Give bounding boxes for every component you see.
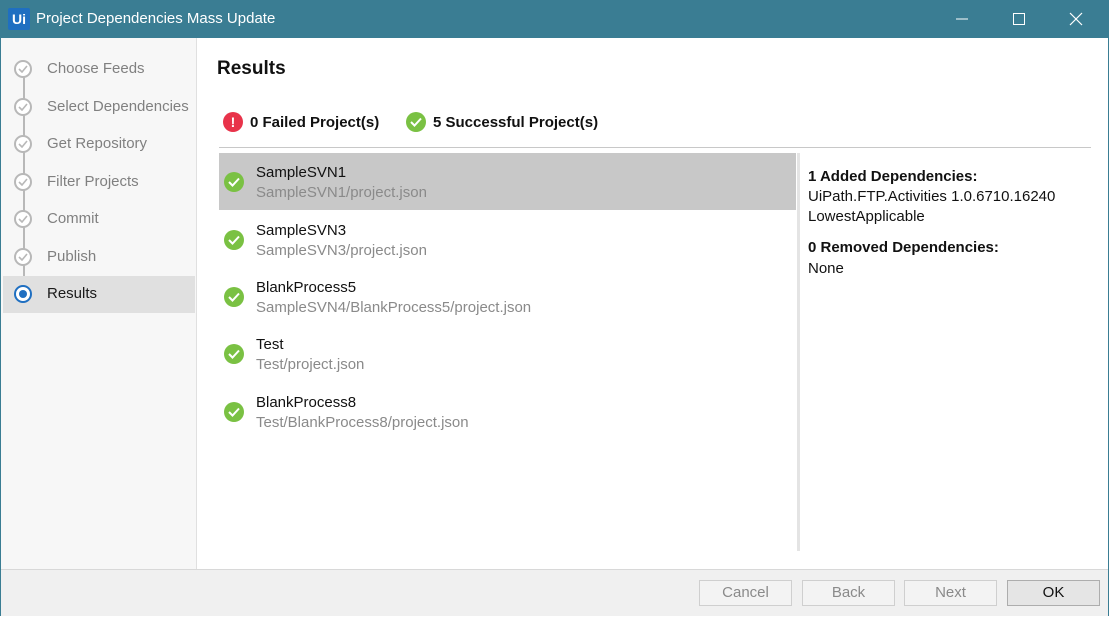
step-publish[interactable]: Publish [3,239,195,276]
list-item[interactable]: BlankProcess5 SampleSVN4/BlankProcess5/p… [219,268,796,325]
list-item[interactable]: BlankProcess8 Test/BlankProcess8/project… [219,383,796,440]
check-circle-icon [14,135,32,153]
project-path: Test/project.json [256,356,365,373]
step-filter-projects[interactable]: Filter Projects [3,164,195,201]
error-icon: ! [223,112,243,132]
minimize-button[interactable] [937,0,987,38]
success-count-label: 5 Successful Project(s) [433,114,599,131]
step-label: Get Repository [47,135,148,152]
step-label: Results [47,285,98,302]
project-path: SampleSVN1/project.json [256,184,427,201]
project-name: SampleSVN1 [256,164,347,181]
project-list: SampleSVN1 SampleSVN1/project.json Sampl… [219,153,796,551]
cancel-button[interactable]: Cancel [699,580,792,606]
failed-count-label: 0 Failed Project(s) [250,114,380,131]
ok-button[interactable]: OK [1007,580,1100,606]
current-step-icon [14,285,32,303]
page-title: Results [217,58,286,79]
success-check-icon [224,402,244,422]
window-frame: Choose Feeds Select Dependencies Get Rep… [0,38,1109,616]
step-label: Select Dependencies [47,98,189,115]
success-check-icon [406,112,426,132]
step-results[interactable]: Results [3,276,195,313]
step-label: Commit [47,210,99,227]
step-commit[interactable]: Commit [3,201,195,238]
removed-dependencies-heading: 0 Removed Dependencies: [808,239,999,256]
project-name: BlankProcess8 [256,394,357,411]
project-name: BlankProcess5 [256,279,357,296]
step-select-dependencies[interactable]: Select Dependencies [3,89,195,126]
list-item[interactable]: Test Test/project.json [219,325,796,382]
added-dependency-version-rule: LowestApplicable [808,208,925,225]
added-dependencies-heading: 1 Added Dependencies: [808,168,978,185]
minimize-icon [956,18,968,20]
project-path: Test/BlankProcess8/project.json [256,414,469,431]
divider [219,147,1091,148]
footer-bar: Cancel Back Next OK [1,569,1108,616]
success-check-icon [224,230,244,250]
wizard-sidebar: Choose Feeds Select Dependencies Get Rep… [1,38,197,569]
step-label: Filter Projects [47,173,139,190]
check-circle-icon [14,173,32,191]
check-circle-icon [14,248,32,266]
step-label: Choose Feeds [47,60,145,77]
list-item[interactable]: SampleSVN3 SampleSVN3/project.json [219,211,796,268]
project-path: SampleSVN4/BlankProcess5/project.json [256,299,532,316]
step-label: Publish [47,248,97,265]
back-button[interactable]: Back [802,580,895,606]
close-button[interactable] [1051,0,1101,38]
maximize-icon [1013,13,1025,25]
success-check-icon [224,287,244,307]
success-check-icon [224,172,244,192]
maximize-button[interactable] [994,0,1044,38]
check-circle-icon [14,210,32,228]
uipath-logo-icon: Ui [8,8,30,30]
project-name: Test [256,336,284,353]
next-button[interactable]: Next [904,580,997,606]
added-dependency-item: UiPath.FTP.Activities 1.0.6710.16240 [808,188,1056,205]
removed-dependencies-value: None [808,260,844,277]
check-circle-icon [14,98,32,116]
title-bar: Ui Project Dependencies Mass Update [0,0,1109,38]
step-choose-feeds[interactable]: Choose Feeds [3,51,195,88]
list-item[interactable]: SampleSVN1 SampleSVN1/project.json [219,153,796,210]
project-path: SampleSVN3/project.json [256,242,427,259]
step-get-repository[interactable]: Get Repository [3,126,195,163]
project-name: SampleSVN3 [256,222,347,239]
check-circle-icon [14,60,32,78]
list-scrollbar[interactable] [797,153,800,551]
window-title: Project Dependencies Mass Update [36,10,276,27]
close-icon [1069,12,1083,26]
success-check-icon [224,344,244,364]
